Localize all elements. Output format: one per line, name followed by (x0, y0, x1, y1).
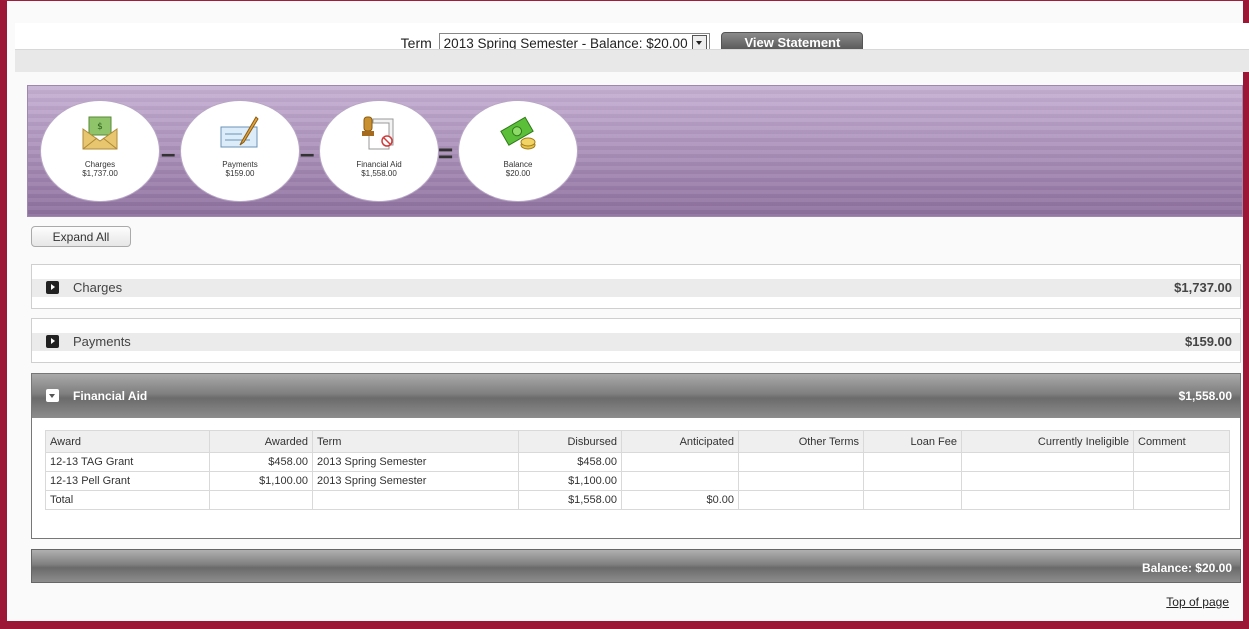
table-cell: 12-13 TAG Grant (45, 452, 210, 472)
minus-operator: – (161, 138, 176, 168)
table-cell (961, 490, 1134, 510)
financial-aid-title: Financial Aid (73, 389, 148, 403)
summary-financial-aid-label: Financial Aid (356, 160, 402, 169)
summary-balance-amount: $20.00 (505, 169, 531, 178)
table-cell: $458.00 (209, 452, 313, 472)
table-cell: $0.00 (621, 490, 739, 510)
summary-balance: Balance $20.00 (459, 101, 577, 201)
balance-footer-bar: Balance: $20.00 (31, 549, 1241, 583)
summary-charges-label: Charges (84, 160, 116, 169)
payments-section-title: Payments (73, 334, 131, 349)
table-cell (863, 452, 962, 472)
table-cell (1133, 490, 1230, 510)
charges-section-title: Charges (73, 280, 123, 295)
summary-payments-amount: $159.00 (225, 169, 255, 178)
money-coins-icon (500, 116, 536, 150)
table-cell: $458.00 (518, 452, 622, 472)
table-header-row: Award Awarded Term Disbursed Anticipated… (45, 430, 1230, 453)
table-cell (209, 490, 313, 510)
charges-section-header (32, 279, 1240, 297)
summary-banner: $ Charges$1,737.00 – Payments$159.00 – (27, 85, 1243, 217)
summary-charges: $ Charges $1,737.00 (41, 101, 159, 201)
payments-section-header (32, 333, 1240, 351)
column-header: Awarded (209, 430, 313, 453)
table-row: 12-13 Pell Grant $1,100.00 2013 Spring S… (45, 471, 1230, 491)
charges-section-amount: $1,737.00 (1174, 280, 1232, 295)
table-row: 12-13 TAG Grant $458.00 2013 Spring Seme… (45, 452, 1230, 472)
chevron-down-icon[interactable] (691, 35, 707, 50)
check-pen-icon (220, 116, 259, 148)
summary-financial-aid: Financial Aid $1,558.00 (320, 101, 438, 201)
table-cell (621, 452, 739, 472)
table-cell (961, 471, 1134, 491)
summary-charges-amount: $1,737.00 (82, 169, 118, 178)
balance-footer-text: Balance: $20.00 (1141, 561, 1232, 575)
summary-financial-aid-amount: $1,558.00 (361, 169, 397, 178)
table-cell (621, 471, 739, 491)
table-cell (738, 471, 864, 491)
table-cell (1133, 471, 1230, 491)
table-cell: 2013 Spring Semester (312, 452, 519, 472)
summary-payments-label: Payments (222, 160, 258, 169)
financial-aid-header[interactable]: Financial Aid $1,558.00 (32, 374, 1240, 418)
column-header: Loan Fee (863, 430, 962, 453)
table-cell (738, 452, 864, 472)
table-cell: $1,100.00 (518, 471, 622, 491)
equals-operator: = (438, 138, 454, 168)
documents-stamp-icon (362, 116, 394, 150)
table-cell (1133, 452, 1230, 472)
payments-section-amount: $159.00 (1185, 334, 1232, 349)
table-cell: Total (45, 490, 210, 510)
divider-strip (15, 49, 1249, 72)
collapse-toggle-icon[interactable] (46, 389, 59, 402)
table-cell (863, 490, 962, 510)
table-cell: 12-13 Pell Grant (45, 471, 210, 491)
column-header: Anticipated (621, 430, 739, 453)
top-of-page-link[interactable]: Top of page (1166, 595, 1229, 609)
table-cell (961, 452, 1134, 472)
table-cell (738, 490, 864, 510)
charges-section[interactable]: Charges $1,737.00 (31, 264, 1241, 309)
column-header: Other Terms (738, 430, 864, 453)
expand-toggle-icon[interactable] (46, 335, 59, 348)
expand-all-button[interactable]: Expand All (31, 226, 131, 247)
page-frame: Term 2013 Spring Semester - Balance: $20… (0, 0, 1249, 629)
table-total-row: Total $1,558.00 $0.00 (45, 490, 1230, 510)
table-cell (863, 471, 962, 491)
column-header: Comment (1133, 430, 1230, 453)
financial-aid-section: Financial Aid $1,558.00 Award Awarded Te… (31, 373, 1241, 539)
payments-section[interactable]: Payments $159.00 (31, 318, 1241, 363)
table-cell: $1,100.00 (209, 471, 313, 491)
svg-text:$: $ (97, 122, 103, 132)
table-cell: $1,558.00 (518, 490, 622, 510)
summary-payments: Payments $159.00 (181, 101, 299, 201)
expand-toggle-icon[interactable] (46, 281, 59, 294)
financial-aid-table: Award Awarded Term Disbursed Anticipated… (45, 430, 1230, 510)
column-header: Award (45, 430, 210, 453)
column-header: Currently Ineligible (961, 430, 1134, 453)
column-header: Term (312, 430, 519, 453)
column-header: Disbursed (518, 430, 622, 453)
table-cell: 2013 Spring Semester (312, 471, 519, 491)
envelope-money-icon: $ (82, 116, 118, 150)
financial-aid-amount: $1,558.00 (1178, 389, 1232, 403)
table-cell (312, 490, 519, 510)
minus-operator: – (300, 138, 315, 168)
summary-balance-label: Balance (503, 160, 533, 169)
